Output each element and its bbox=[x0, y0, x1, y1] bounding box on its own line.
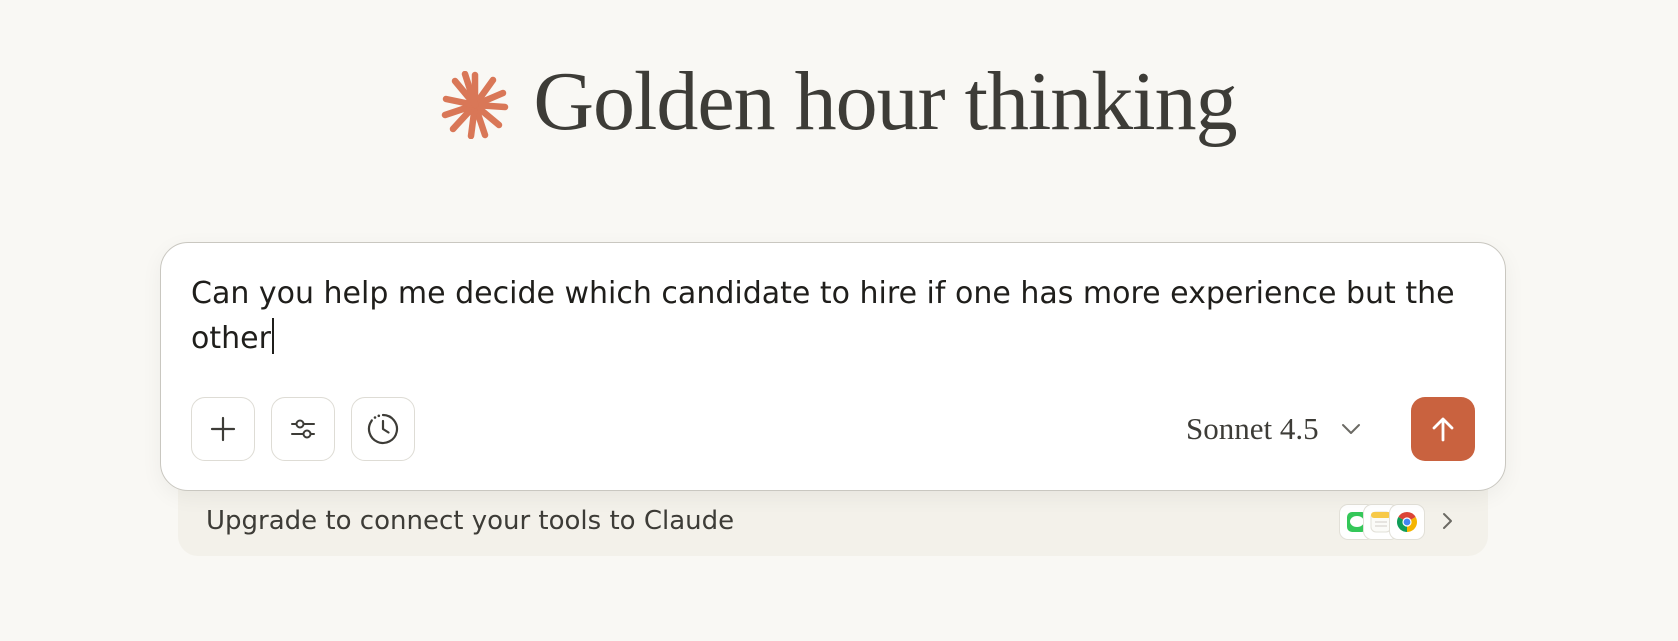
text-caret bbox=[271, 318, 274, 354]
model-selector[interactable]: Sonnet 4.5 bbox=[1186, 397, 1363, 461]
prompt-input[interactable]: Can you help me decide which candidate t… bbox=[191, 271, 1481, 361]
history-button[interactable] bbox=[351, 397, 415, 461]
model-label: Sonnet 4.5 bbox=[1186, 411, 1319, 446]
add-button[interactable] bbox=[191, 397, 255, 461]
greeting-header: Golden hour thinking bbox=[0, 60, 1678, 144]
chevron-right-icon bbox=[1443, 513, 1452, 529]
upgrade-text: Upgrade to connect your tools to Claude bbox=[206, 506, 735, 536]
claude-spark-icon bbox=[442, 71, 509, 139]
chrome-icon bbox=[1389, 504, 1425, 540]
connected-apps bbox=[1339, 504, 1425, 542]
message-composer[interactable]: Can you help me decide which candidate t… bbox=[160, 242, 1506, 491]
greeting-title: Golden hour thinking bbox=[533, 55, 1237, 148]
settings-button[interactable] bbox=[271, 397, 335, 461]
plus-icon bbox=[210, 416, 236, 442]
chevron-down-icon bbox=[1341, 424, 1360, 434]
clock-icon bbox=[367, 413, 399, 445]
arrow-up-icon bbox=[1432, 417, 1454, 442]
send-button[interactable] bbox=[1411, 397, 1475, 461]
sliders-icon bbox=[291, 419, 315, 439]
prompt-text: Can you help me decide which candidate t… bbox=[191, 276, 1455, 356]
